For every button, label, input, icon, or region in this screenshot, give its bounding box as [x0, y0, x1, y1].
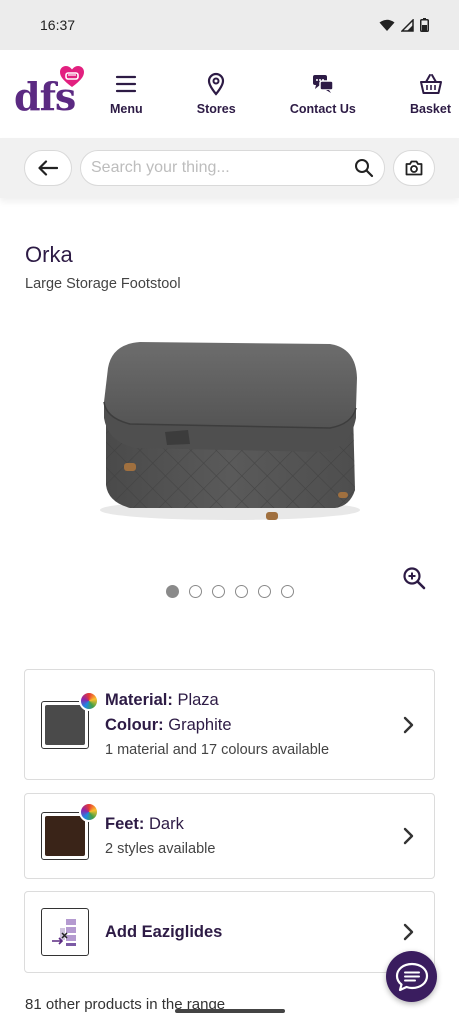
dark-feet-swatch — [45, 816, 85, 856]
carousel-dot[interactable] — [280, 585, 294, 598]
search-input[interactable] — [91, 159, 354, 177]
chat-bubbles-icon — [312, 75, 334, 93]
eaziglides-thumbnail — [41, 908, 89, 956]
product-title: Orka — [25, 242, 73, 267]
nav-menu[interactable]: Menu — [110, 72, 143, 116]
chevron-right-icon — [403, 716, 414, 733]
material-value: Plaza — [177, 690, 219, 709]
basket-icon — [419, 74, 442, 94]
carousel-dot[interactable] — [188, 585, 202, 598]
chevron-right-icon — [403, 827, 414, 845]
nav-contact-us-label: Contact Us — [289, 102, 356, 116]
location-pin-icon — [208, 72, 225, 96]
camera-search-button[interactable] — [393, 150, 435, 186]
search-strip — [0, 138, 459, 198]
heart-sofa-icon — [60, 66, 84, 87]
material-availability: 1 material and 17 colours available — [105, 741, 330, 758]
battery-icon — [420, 18, 429, 32]
back-button[interactable] — [24, 150, 72, 186]
colour-label: Colour: — [105, 715, 164, 734]
eaziglides-label: Add Eaziglides — [105, 922, 223, 941]
nav-contact-us[interactable]: Contact Us — [290, 72, 356, 116]
signal-icon — [401, 18, 414, 32]
material-colour-option[interactable]: Material: Plaza Colour: Graphite 1 mater… — [24, 669, 435, 780]
feet-label: Feet: — [105, 814, 145, 833]
carousel-dot[interactable] — [257, 585, 271, 598]
feet-value: Dark — [149, 814, 184, 833]
search-icon[interactable] — [354, 158, 374, 178]
feet-option[interactable]: Feet: Dark 2 styles available — [24, 793, 435, 879]
status-time: 16:37 — [40, 17, 76, 33]
carousel-dot[interactable] — [211, 585, 225, 598]
footstool-image — [100, 342, 360, 520]
hamburger-icon — [116, 75, 137, 93]
carousel-dot[interactable] — [234, 585, 248, 598]
search-box — [80, 150, 385, 186]
product-subtitle: Large Storage Footstool — [25, 276, 181, 292]
colour-value: Graphite — [168, 715, 232, 734]
material-swatch — [41, 690, 99, 749]
colour-wheel-icon — [79, 690, 99, 711]
nav-basket-label: Basket — [410, 102, 451, 116]
eaziglides-option[interactable]: Add Eaziglides — [24, 891, 435, 973]
feet-availability: 2 styles available — [105, 840, 216, 857]
gesture-home-bar[interactable] — [175, 1009, 285, 1013]
wifi-icon — [379, 19, 395, 31]
camera-icon — [405, 160, 423, 176]
carousel-dots — [0, 585, 459, 598]
nav-basket[interactable]: Basket — [410, 72, 451, 116]
material-colour-text: Material: Plaza Colour: Graphite 1 mater… — [105, 688, 402, 762]
live-chat-button[interactable] — [386, 951, 437, 1002]
carousel-dot[interactable] — [165, 585, 179, 598]
dfs-logo[interactable]: dfs — [14, 62, 110, 126]
graphite-swatch — [45, 704, 85, 745]
feet-text: Feet: Dark 2 styles available — [105, 812, 402, 861]
nav-stores-label: Stores — [196, 102, 236, 116]
status-bar: 16:37 — [0, 0, 459, 50]
main-nav: Menu Stores Contact Us Basket — [110, 72, 459, 116]
eaziglides-icon — [52, 919, 76, 946]
nav-stores[interactable]: Stores — [197, 72, 236, 116]
arrow-left-icon — [38, 160, 58, 176]
chat-icon — [395, 962, 428, 991]
feet-swatch — [41, 802, 99, 860]
site-header: dfs Menu Stores Contact Us Basket — [0, 50, 459, 138]
chevron-right-icon — [403, 923, 414, 941]
colour-wheel-icon — [79, 802, 99, 822]
status-icons — [379, 18, 429, 32]
material-label: Material: — [105, 690, 173, 709]
product-image-carousel[interactable] — [0, 310, 459, 570]
nav-menu-label: Menu — [110, 102, 143, 116]
